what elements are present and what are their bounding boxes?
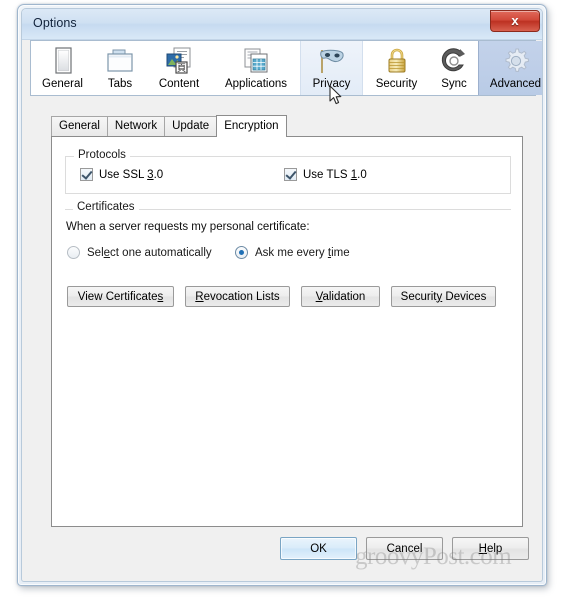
window-inner-frame: Options x General Tabs 頁 Content Applica… (21, 8, 543, 582)
toolbar-item-sync[interactable]: Sync (430, 41, 478, 95)
padlock-icon (381, 45, 413, 77)
toolbar-item-tabs[interactable]: Tabs (94, 41, 146, 95)
toolbar-label-general: General (42, 78, 83, 90)
checkbox-use-ssl-label: Use SSL 3.0 (99, 168, 164, 181)
content-icon: 頁 (163, 45, 195, 77)
subtab-general[interactable]: General (51, 116, 108, 136)
validation-button-label: Validation (315, 290, 366, 303)
toolbar-item-advanced[interactable]: Advanced (478, 41, 542, 95)
toolbar-label-sync: Sync (441, 78, 467, 90)
gear-icon (500, 45, 532, 77)
tabs-icon (104, 45, 136, 77)
toolbar-label-tabs: Tabs (107, 78, 133, 90)
checkbox-use-ssl[interactable]: Use SSL 3.0 (80, 168, 163, 181)
subtab-strip: General Network Update Encryption (51, 115, 287, 137)
toolbar-label-privacy: Privacy (312, 78, 351, 90)
toolbar-item-general[interactable]: General (31, 41, 94, 95)
toolbar-item-privacy[interactable]: Privacy (300, 41, 363, 95)
subtab-network[interactable]: Network (106, 116, 166, 136)
title-bar: Options x (22, 9, 542, 40)
revocation-lists-button[interactable]: Revocation Lists (185, 286, 290, 307)
revocation-lists-button-label: Revocation Lists (195, 290, 280, 303)
radio-ask-every-time[interactable]: Ask me every time (235, 246, 350, 259)
radio-select-automatically-dot[interactable] (67, 246, 80, 259)
certificate-prompt-label: When a server requests my personal certi… (66, 221, 310, 233)
privacy-mask-icon (316, 45, 348, 77)
toolbar-label-advanced: Advanced (489, 78, 542, 90)
toolbar-item-applications[interactable]: Applications (212, 41, 300, 95)
general-icon (47, 45, 79, 77)
svg-text:頁: 頁 (177, 63, 186, 74)
toolbar-label-applications: Applications (224, 78, 287, 90)
subtab-encryption[interactable]: Encryption (216, 115, 287, 137)
checkbox-use-ssl-box[interactable] (80, 168, 93, 181)
cancel-button-label: Cancel (386, 542, 423, 555)
certificates-group-title: Certificates (73, 201, 139, 213)
cancel-button[interactable]: Cancel (366, 537, 443, 560)
radio-ask-every-time-label: Ask me every time (255, 246, 350, 259)
subtab-update-label: Update (172, 120, 210, 132)
subtab-update[interactable]: Update (164, 116, 218, 136)
toolbar-item-content[interactable]: 頁 Content (146, 41, 212, 95)
checkbox-use-tls-box[interactable] (284, 168, 297, 181)
help-button[interactable]: Help (452, 537, 529, 560)
toolbar-item-security[interactable]: Security (363, 41, 430, 95)
category-toolbar: General Tabs 頁 Content Applications Priv… (30, 40, 542, 96)
close-button[interactable]: x (490, 10, 540, 32)
security-devices-button[interactable]: Security Devices (391, 286, 496, 307)
view-certificates-button[interactable]: View Certificates (67, 286, 174, 307)
checkbox-use-tls-label: Use TLS 1.0 (303, 168, 367, 181)
protocols-groupbox: Protocols Use SSL 3.0 Use TLS 1.0 (65, 149, 511, 194)
subtab-network-label: Network (114, 120, 158, 132)
window-title: Options (33, 16, 77, 30)
certificates-groupbox: Certificates When a server requests my p… (65, 201, 511, 309)
help-button-label: Help (478, 542, 503, 555)
close-icon: x (511, 13, 519, 28)
radio-select-automatically-label: Select one automatically (87, 246, 212, 259)
dialog-button-bar: OK Cancel Help (22, 525, 542, 581)
toolbar-label-content: Content (158, 78, 200, 90)
validation-button[interactable]: Validation (301, 286, 380, 307)
checkbox-use-tls[interactable]: Use TLS 1.0 (284, 168, 367, 181)
toolbar-label-security: Security (375, 78, 418, 90)
radio-select-automatically[interactable]: Select one automatically (67, 246, 212, 259)
ok-button-label: OK (310, 542, 327, 555)
subtab-encryption-label: Encryption (224, 120, 279, 132)
subtab-general-label: General (59, 120, 100, 132)
security-devices-button-label: Security Devices (400, 290, 487, 303)
protocols-group-title: Protocols (74, 149, 130, 161)
encryption-panel: Protocols Use SSL 3.0 Use TLS 1.0 Certif… (51, 136, 523, 527)
sync-icon (438, 45, 470, 77)
applications-icon (240, 45, 272, 77)
radio-ask-every-time-dot[interactable] (235, 246, 248, 259)
options-window: Options x General Tabs 頁 Content Applica… (17, 4, 547, 586)
ok-button[interactable]: OK (280, 537, 357, 560)
view-certificates-button-label: View Certificates (77, 290, 164, 303)
